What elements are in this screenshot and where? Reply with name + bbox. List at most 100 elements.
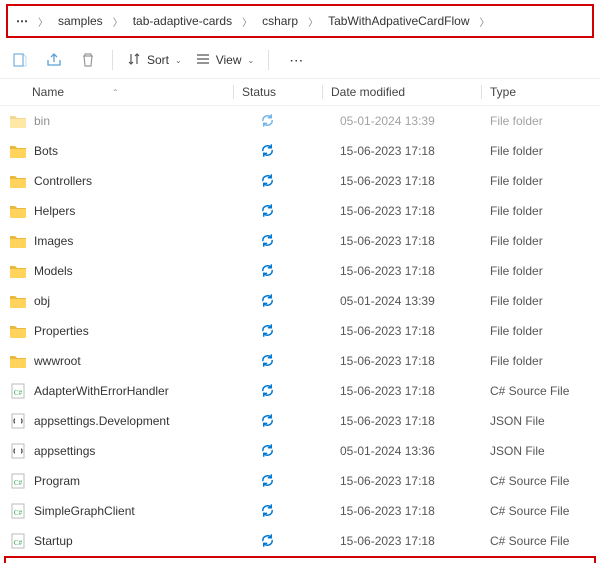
sort-button[interactable]: Sort ⌄: [127, 52, 182, 69]
file-row[interactable]: appsettings.Development15-06-2023 17:18J…: [0, 406, 600, 436]
folder-icon: [10, 263, 26, 279]
file-date: 15-06-2023 17:18: [340, 234, 490, 248]
file-date: 05-01-2024 13:36: [340, 444, 490, 458]
folder-icon: [10, 293, 26, 309]
file-name: Controllers: [34, 174, 92, 188]
file-name: Properties: [34, 324, 89, 338]
file-name: SimpleGraphClient: [34, 504, 135, 518]
file-name: bin: [34, 114, 50, 128]
breadcrumb-highlight: ⋯ 〉 samples 〉 tab-adaptive-cards 〉 cshar…: [6, 4, 594, 38]
breadcrumb-item[interactable]: csharp: [258, 12, 302, 30]
chevron-right-icon: 〉: [36, 14, 50, 29]
svg-text:C#: C#: [14, 539, 23, 547]
sync-icon: [260, 383, 275, 400]
chevron-down-icon: ⌄: [175, 56, 182, 65]
svg-text:C#: C#: [14, 389, 23, 397]
file-row[interactable]: Images15-06-2023 17:18File folder: [0, 226, 600, 256]
column-headers: Name ⌃ Status Date modified Type: [0, 79, 600, 106]
file-row[interactable]: appsettings05-01-2024 13:36JSON File: [0, 436, 600, 466]
file-date: 15-06-2023 17:18: [340, 264, 490, 278]
svg-text:C#: C#: [14, 509, 23, 517]
file-date: 15-06-2023 17:18: [340, 144, 490, 158]
file-name: Models: [34, 264, 73, 278]
svg-text:C#: C#: [14, 479, 23, 487]
folder-icon: [10, 233, 26, 249]
file-row[interactable]: Properties 15-06-2023 17:18File folder: [0, 316, 600, 346]
file-row[interactable]: C#Program15-06-2023 17:18C# Source File: [0, 466, 600, 496]
json-file-icon: [10, 413, 26, 429]
chevron-right-icon: 〉: [306, 14, 320, 29]
share-icon[interactable]: [44, 50, 64, 70]
new-file-icon[interactable]: [10, 50, 30, 70]
toolbar-divider: [112, 50, 113, 70]
file-date: 15-06-2023 17:18: [340, 354, 490, 368]
sync-icon: [260, 113, 275, 130]
file-name: Helpers: [34, 204, 75, 218]
more-button[interactable]: ⋯: [283, 52, 309, 69]
file-row[interactable]: Bots15-06-2023 17:18File folder: [0, 136, 600, 166]
file-row[interactable]: C#Startup15-06-2023 17:18C# Source File: [0, 526, 600, 556]
view-label: View: [216, 53, 242, 67]
sort-icon: [127, 52, 141, 69]
file-name: appsettings.Development: [34, 414, 169, 428]
file-row[interactable]: Controllers 15-06-2023 17:18File folder: [0, 166, 600, 196]
folder-icon: [10, 323, 26, 339]
file-date: 15-06-2023 17:18: [340, 474, 490, 488]
chevron-down-icon: ⌄: [248, 56, 255, 65]
column-date[interactable]: Date modified: [331, 85, 481, 99]
sync-icon: [260, 533, 275, 550]
file-row[interactable]: Models 15-06-2023 17:18File folder: [0, 256, 600, 286]
column-status[interactable]: Status: [242, 85, 322, 99]
file-type: File folder: [490, 174, 600, 188]
file-date: 15-06-2023 17:18: [340, 414, 490, 428]
file-date: 05-01-2024 13:39: [340, 114, 490, 128]
sync-icon: [260, 443, 275, 460]
file-type: File folder: [490, 354, 600, 368]
column-type[interactable]: Type: [490, 85, 600, 99]
file-row[interactable]: Helpers15-06-2023 17:18File folder: [0, 196, 600, 226]
file-row[interactable]: C# SimpleGraphClient 15-06-2023 17:18C# So…: [0, 496, 600, 526]
view-icon: [196, 52, 210, 69]
file-name: Images: [34, 234, 73, 248]
file-date: 15-06-2023 17:18: [340, 324, 490, 338]
file-type: File folder: [490, 114, 600, 128]
csharp-file-icon: C#: [10, 383, 26, 399]
file-row[interactable]: C#AdapterWithErrorHandler15-06-2023 17:1…: [0, 376, 600, 406]
file-name: obj: [34, 294, 50, 308]
breadcrumb-item[interactable]: TabWithAdpativeCardFlow: [324, 12, 473, 30]
file-type: File folder: [490, 264, 600, 278]
sort-label: Sort: [147, 53, 169, 67]
sync-icon: [260, 413, 275, 430]
breadcrumb-item[interactable]: tab-adaptive-cards: [129, 12, 236, 30]
file-name: appsettings: [34, 444, 95, 458]
sync-icon: [260, 233, 275, 250]
file-row[interactable]: obj05-01-2024 13:39File folder: [0, 286, 600, 316]
file-row[interactable]: TabWithAdpativeCardFlow.csproj15-06-2023…: [4, 556, 596, 563]
sort-indicator-icon: ⌃: [112, 88, 119, 97]
file-type: File folder: [490, 144, 600, 158]
folder-icon: [10, 353, 26, 369]
file-type: C# Source File: [490, 474, 600, 488]
file-date: 15-06-2023 17:18: [340, 504, 490, 518]
breadcrumb: ⋯ 〉 samples 〉 tab-adaptive-cards 〉 cshar…: [12, 12, 588, 30]
sync-icon: [260, 293, 275, 310]
file-date: 15-06-2023 17:18: [340, 174, 490, 188]
sync-icon: [260, 353, 275, 370]
breadcrumb-item[interactable]: samples: [54, 12, 107, 30]
trash-icon[interactable]: [78, 50, 98, 70]
breadcrumb-overflow[interactable]: ⋯: [12, 14, 32, 28]
json-file-icon: [10, 443, 26, 459]
file-date: 15-06-2023 17:18: [340, 534, 490, 548]
column-name[interactable]: Name ⌃: [10, 85, 233, 99]
file-date: 15-06-2023 17:18: [340, 204, 490, 218]
file-row[interactable]: bin 05-01-2024 13:39File folder: [0, 106, 600, 136]
toolbar: Sort ⌄ View ⌄ ⋯: [0, 42, 600, 79]
folder-icon: [10, 143, 26, 159]
file-row[interactable]: wwwroot15-06-2023 17:18File folder: [0, 346, 600, 376]
sync-icon: [260, 323, 275, 340]
csharp-file-icon: C#: [10, 473, 26, 489]
file-type: C# Source File: [490, 504, 600, 518]
toolbar-divider: [268, 50, 269, 70]
view-button[interactable]: View ⌄: [196, 52, 255, 69]
file-type: File folder: [490, 324, 600, 338]
